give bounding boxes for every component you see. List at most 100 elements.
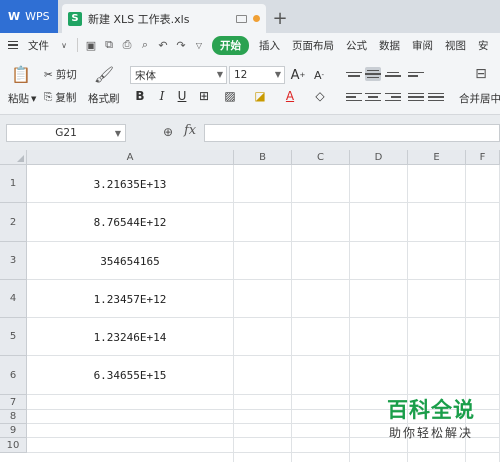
- paste-icon-wrap[interactable]: 📋: [10, 63, 32, 85]
- column-header-d[interactable]: D: [350, 150, 408, 165]
- cell-a1[interactable]: 3.21635E+13: [27, 165, 233, 203]
- align-top-icon[interactable]: [346, 67, 362, 81]
- row-header-10[interactable]: 10: [0, 438, 27, 453]
- column-header-e[interactable]: E: [408, 150, 466, 165]
- insert-function-icon[interactable]: fx: [184, 123, 196, 138]
- merge-cells-icon: ⊟: [475, 66, 487, 82]
- column-header-a[interactable]: A: [27, 150, 234, 165]
- formula-input[interactable]: [204, 124, 500, 142]
- grid-line: [291, 165, 292, 462]
- grow-font-button[interactable]: A +: [290, 67, 306, 83]
- copy-icon: ⎘: [44, 91, 53, 103]
- cut-label: 剪切: [55, 69, 77, 81]
- row-header-6[interactable]: 6: [0, 356, 27, 395]
- tab-view[interactable]: 视图: [439, 38, 472, 53]
- paste-button[interactable]: 粘贴 ▼: [8, 91, 36, 106]
- cell-a5[interactable]: 1.23246E+14: [27, 318, 233, 356]
- export-icon[interactable]: ⧉: [100, 37, 118, 53]
- row-header-4[interactable]: 4: [0, 280, 27, 318]
- cell-a6[interactable]: 6.34655E+15: [27, 356, 233, 395]
- grid-line: [27, 452, 500, 453]
- tab-review[interactable]: 审阅: [406, 38, 439, 53]
- cell-a4[interactable]: 1.23457E+12: [27, 280, 233, 318]
- tab-security[interactable]: 安: [472, 38, 495, 53]
- wrap-text-icon[interactable]: [408, 67, 424, 81]
- ribbon: 📋 粘贴 ▼ ✂ 剪切 ⎘ 复制 🖌 格式刷 宋体 ▼ 12 ▼ A + A- B…: [0, 57, 500, 115]
- chevron-down-icon: ▼: [114, 128, 121, 138]
- tab-start[interactable]: 开始: [212, 35, 249, 55]
- align-left-icon[interactable]: [346, 90, 362, 104]
- row-header-5[interactable]: 5: [0, 318, 27, 356]
- undo-icon[interactable]: ↶: [154, 37, 172, 53]
- row-header-7[interactable]: 7: [0, 395, 27, 410]
- shrink-font-label: A: [313, 68, 322, 82]
- document-tab[interactable]: S 新建 XLS 工作表.xls: [62, 4, 266, 33]
- grow-font-label: A: [290, 67, 300, 83]
- print-preview-icon[interactable]: ⌕: [136, 37, 154, 53]
- formula-bar: G21 ▼ ⊕ fx: [0, 115, 500, 150]
- row-header-1[interactable]: 1: [0, 165, 27, 203]
- bold-button[interactable]: B: [132, 88, 148, 104]
- chevron-down-icon: ▼: [31, 94, 37, 103]
- redo-icon[interactable]: ↷: [172, 37, 190, 53]
- format-painter-icon-wrap[interactable]: 🖌: [93, 63, 115, 85]
- save-icon[interactable]: ▣: [82, 37, 100, 53]
- menu-file[interactable]: 文件: [22, 38, 55, 53]
- monitor-icon[interactable]: [236, 14, 247, 23]
- merge-center-label: 合并居中: [459, 93, 500, 105]
- chevron-down-icon: ▼: [274, 70, 281, 79]
- wps-app-tab[interactable]: W WPS: [0, 0, 58, 33]
- tab-insert[interactable]: 插入: [253, 38, 286, 53]
- select-all-corner[interactable]: [0, 150, 27, 165]
- row-header-3[interactable]: 3: [0, 242, 27, 280]
- shrink-font-button[interactable]: A-: [311, 67, 327, 83]
- watermark-title: 百科全说: [387, 398, 475, 422]
- tab-data[interactable]: 数据: [373, 38, 406, 53]
- chevron-down-icon[interactable]: ∨: [55, 37, 73, 53]
- unsaved-dot-icon[interactable]: [253, 15, 260, 22]
- hamburger-menu-icon[interactable]: [8, 40, 18, 50]
- print-icon[interactable]: ⎙: [118, 37, 136, 53]
- italic-button[interactable]: I: [154, 88, 170, 104]
- clear-format-icon[interactable]: ◇: [312, 88, 328, 104]
- tab-formulas[interactable]: 公式: [340, 38, 373, 53]
- distribute-icon[interactable]: [428, 90, 444, 104]
- cell-a3[interactable]: 354654165: [27, 242, 233, 280]
- merge-center-button[interactable]: 合并居中: [459, 91, 500, 106]
- title-bar: W WPS S 新建 XLS 工作表.xls +: [0, 0, 500, 33]
- border-icon[interactable]: ⊞: [196, 88, 212, 104]
- font-size-value: 12: [234, 69, 248, 81]
- align-middle-icon[interactable]: [365, 67, 381, 81]
- column-header-c[interactable]: C: [292, 150, 350, 165]
- copy-button[interactable]: ⎘ 复制: [44, 90, 76, 105]
- cut-button[interactable]: ✂ 剪切: [44, 67, 77, 82]
- align-center-icon[interactable]: [365, 90, 381, 104]
- fill-color-icon[interactable]: ◪: [252, 88, 268, 104]
- new-tab-button[interactable]: +: [266, 4, 294, 33]
- row-header-2[interactable]: 2: [0, 203, 27, 242]
- align-bottom-icon[interactable]: [385, 67, 401, 81]
- name-box-value: G21: [55, 127, 77, 139]
- quick-access-more-icon[interactable]: ▽: [190, 37, 208, 53]
- column-header-f[interactable]: F: [466, 150, 500, 165]
- font-name-select[interactable]: 宋体 ▼: [130, 66, 227, 84]
- row-header-8[interactable]: 8: [0, 410, 27, 424]
- column-header-b[interactable]: B: [234, 150, 292, 165]
- fill-pattern-icon[interactable]: ▨: [222, 88, 238, 104]
- underline-button[interactable]: U: [174, 88, 190, 104]
- font-color-icon[interactable]: A: [282, 88, 298, 104]
- row-header-9[interactable]: 9: [0, 424, 27, 438]
- tab-page-layout[interactable]: 页面布局: [286, 38, 340, 53]
- paste-icon: 📋: [11, 64, 31, 84]
- watermark-logo: 百科全说 助你轻松解决: [372, 396, 490, 452]
- font-name-value: 宋体: [135, 69, 156, 82]
- align-right-icon[interactable]: [385, 90, 401, 104]
- font-size-select[interactable]: 12 ▼: [229, 66, 285, 84]
- merge-center-icon-wrap[interactable]: ⊟: [470, 63, 492, 85]
- divider: [77, 38, 78, 52]
- format-painter-button[interactable]: 格式刷: [88, 91, 120, 106]
- cell-a2[interactable]: 8.76544E+12: [27, 203, 233, 242]
- name-box[interactable]: G21 ▼: [6, 124, 126, 142]
- zoom-formula-icon[interactable]: ⊕: [163, 125, 173, 139]
- justify-icon[interactable]: [408, 90, 424, 104]
